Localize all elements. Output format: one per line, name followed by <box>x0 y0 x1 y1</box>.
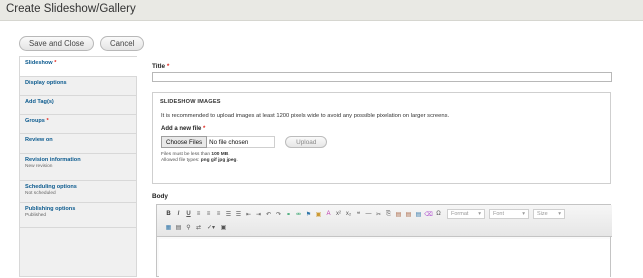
required-marker: * <box>166 63 170 70</box>
tab-slideshow[interactable]: Slideshow * <box>20 57 137 77</box>
tab-scheduling-options[interactable]: Scheduling options Not scheduled <box>20 181 136 203</box>
size-limit-prefix: Files must be less than <box>161 152 211 157</box>
file-name-display: No file chosen <box>207 136 276 148</box>
underline-icon[interactable]: U <box>184 210 193 219</box>
image-icon[interactable]: ▣ <box>314 210 323 219</box>
superscript-icon[interactable]: x² <box>334 210 343 219</box>
blockquote-icon[interactable]: ❝ <box>354 210 363 219</box>
toolbar-row-1: B I U ≡ ≡ ≡ ☰ ☰ ⇤ ⇥ ↶ ↷ ⚭ ⚮ ⚑ ▣ A x² x₂ … <box>164 209 565 219</box>
tab-revision-information[interactable]: Revision information New revision <box>20 154 136 181</box>
tab-summary: New revision <box>25 164 53 169</box>
paste-icon[interactable]: ▤ <box>394 210 403 219</box>
upload-button[interactable]: Upload <box>285 136 328 148</box>
text-color-icon[interactable]: A <box>324 210 333 219</box>
maximize-icon[interactable]: ▣ <box>219 223 228 232</box>
italic-icon[interactable]: I <box>174 210 183 219</box>
toolbar-row-2: ▦ ▤ ⚲ ⇄ ✓▾ ▣ <box>164 223 228 232</box>
title-input[interactable] <box>152 72 612 82</box>
tab-label: Scheduling options <box>25 184 77 190</box>
tab-summary: Not scheduled <box>25 191 56 196</box>
outdent-icon[interactable]: ⇤ <box>244 210 253 219</box>
subscript-icon[interactable]: x₂ <box>344 210 353 219</box>
required-marker: * <box>54 60 57 66</box>
window-title: Create Slideshow/Gallery <box>6 3 136 15</box>
fieldset-description: It is recommended to upload images at le… <box>161 113 450 119</box>
undo-icon[interactable]: ↶ <box>264 210 273 219</box>
special-char-icon[interactable]: Ω <box>434 210 443 219</box>
copy-icon[interactable]: ⎘ <box>384 210 393 219</box>
redo-icon[interactable]: ↷ <box>274 210 283 219</box>
save-and-close-button[interactable]: Save and Close <box>19 36 95 51</box>
paste-word-icon[interactable]: ▤ <box>414 210 423 219</box>
tab-label: Slideshow <box>25 60 53 66</box>
allowed-types-value: png gif jpg jpeg <box>200 158 237 163</box>
unlink-icon[interactable]: ⚮ <box>294 210 303 219</box>
chevron-down-icon: ▾ <box>478 211 481 217</box>
align-center-icon[interactable]: ≡ <box>204 210 213 219</box>
link-icon[interactable]: ⚭ <box>284 210 293 219</box>
editor-content-area[interactable] <box>159 239 610 278</box>
bold-icon[interactable]: B <box>164 210 173 219</box>
format-select[interactable]: Format ▾ <box>447 209 485 219</box>
spellcheck-icon[interactable]: ✓▾ <box>204 223 218 232</box>
replace-icon[interactable]: ⇄ <box>194 223 203 232</box>
tab-summary: Published <box>25 213 47 218</box>
add-file-label: Add a new file <box>161 126 202 132</box>
align-right-icon[interactable]: ≡ <box>214 210 223 219</box>
horizontal-rule-icon[interactable]: ― <box>364 210 373 219</box>
numbered-list-icon[interactable]: ☰ <box>234 210 243 219</box>
tab-groups[interactable]: Groups * <box>20 115 136 134</box>
vertical-tabs: Slideshow * Display options Add Tag(s) G… <box>19 56 137 277</box>
find-icon[interactable]: ⚲ <box>184 223 193 232</box>
required-marker: * <box>46 118 49 124</box>
fieldset-legend: SLIDESHOW IMAGES <box>160 99 221 105</box>
size-limit-value: 100 MB <box>211 152 229 157</box>
tab-review-on[interactable]: Review on <box>20 134 136 154</box>
title-label: Title <box>152 63 166 70</box>
tab-label: Groups <box>25 118 45 124</box>
tab-label: Publishing options <box>25 206 76 212</box>
tab-label: Review on <box>25 137 53 143</box>
size-select[interactable]: Size ▾ <box>533 209 565 219</box>
choose-files-button[interactable]: Choose Files <box>161 136 208 148</box>
editor-toolbar: B I U ≡ ≡ ≡ ☰ ☰ ⇤ ⇥ ↶ ↷ ⚭ ⚮ ⚑ ▣ A x² x₂ … <box>157 205 612 237</box>
title-field-wrapper: Title * <box>152 63 612 82</box>
chevron-down-icon: ▾ <box>522 211 525 217</box>
indent-icon[interactable]: ⇥ <box>254 210 263 219</box>
file-row: Choose Files No file chosen Upload <box>161 136 328 148</box>
align-left-icon[interactable]: ≡ <box>194 210 203 219</box>
tab-label: Display options <box>25 80 67 86</box>
tab-label: Add Tag(s) <box>25 99 54 105</box>
table-icon[interactable]: ▦ <box>164 223 173 232</box>
body-label: Body <box>152 193 168 200</box>
slideshow-images-fieldset: SLIDESHOW IMAGES It is recommended to up… <box>152 92 611 184</box>
source-icon[interactable]: ▤ <box>174 223 183 232</box>
tab-publishing-options[interactable]: Publishing options Published <box>20 203 136 228</box>
tab-add-tags[interactable]: Add Tag(s) <box>20 96 136 115</box>
cancel-button[interactable]: Cancel <box>100 36 145 51</box>
remove-format-icon[interactable]: ⌫ <box>424 210 433 219</box>
font-select[interactable]: Font ▾ <box>489 209 529 219</box>
title-bar: Create Slideshow/Gallery <box>0 0 643 21</box>
tab-label: Revision information <box>25 157 81 163</box>
required-marker: * <box>203 126 206 132</box>
allowed-types-prefix: Allowed file types: <box>161 158 200 163</box>
chevron-down-icon: ▾ <box>558 211 561 217</box>
file-help-text: Files must be less than 100 MB. Allowed … <box>161 152 238 163</box>
bulleted-list-icon[interactable]: ☰ <box>224 210 233 219</box>
tab-display-options[interactable]: Display options <box>20 77 136 96</box>
anchor-icon[interactable]: ⚑ <box>304 210 313 219</box>
cut-icon[interactable]: ✂ <box>374 210 383 219</box>
paste-text-icon[interactable]: ▤ <box>404 210 413 219</box>
rich-text-editor: B I U ≡ ≡ ≡ ☰ ☰ ⇤ ⇥ ↶ ↷ ⚭ ⚮ ⚑ ▣ A x² x₂ … <box>156 204 612 278</box>
form-actions: Save and Close Cancel <box>19 36 145 52</box>
